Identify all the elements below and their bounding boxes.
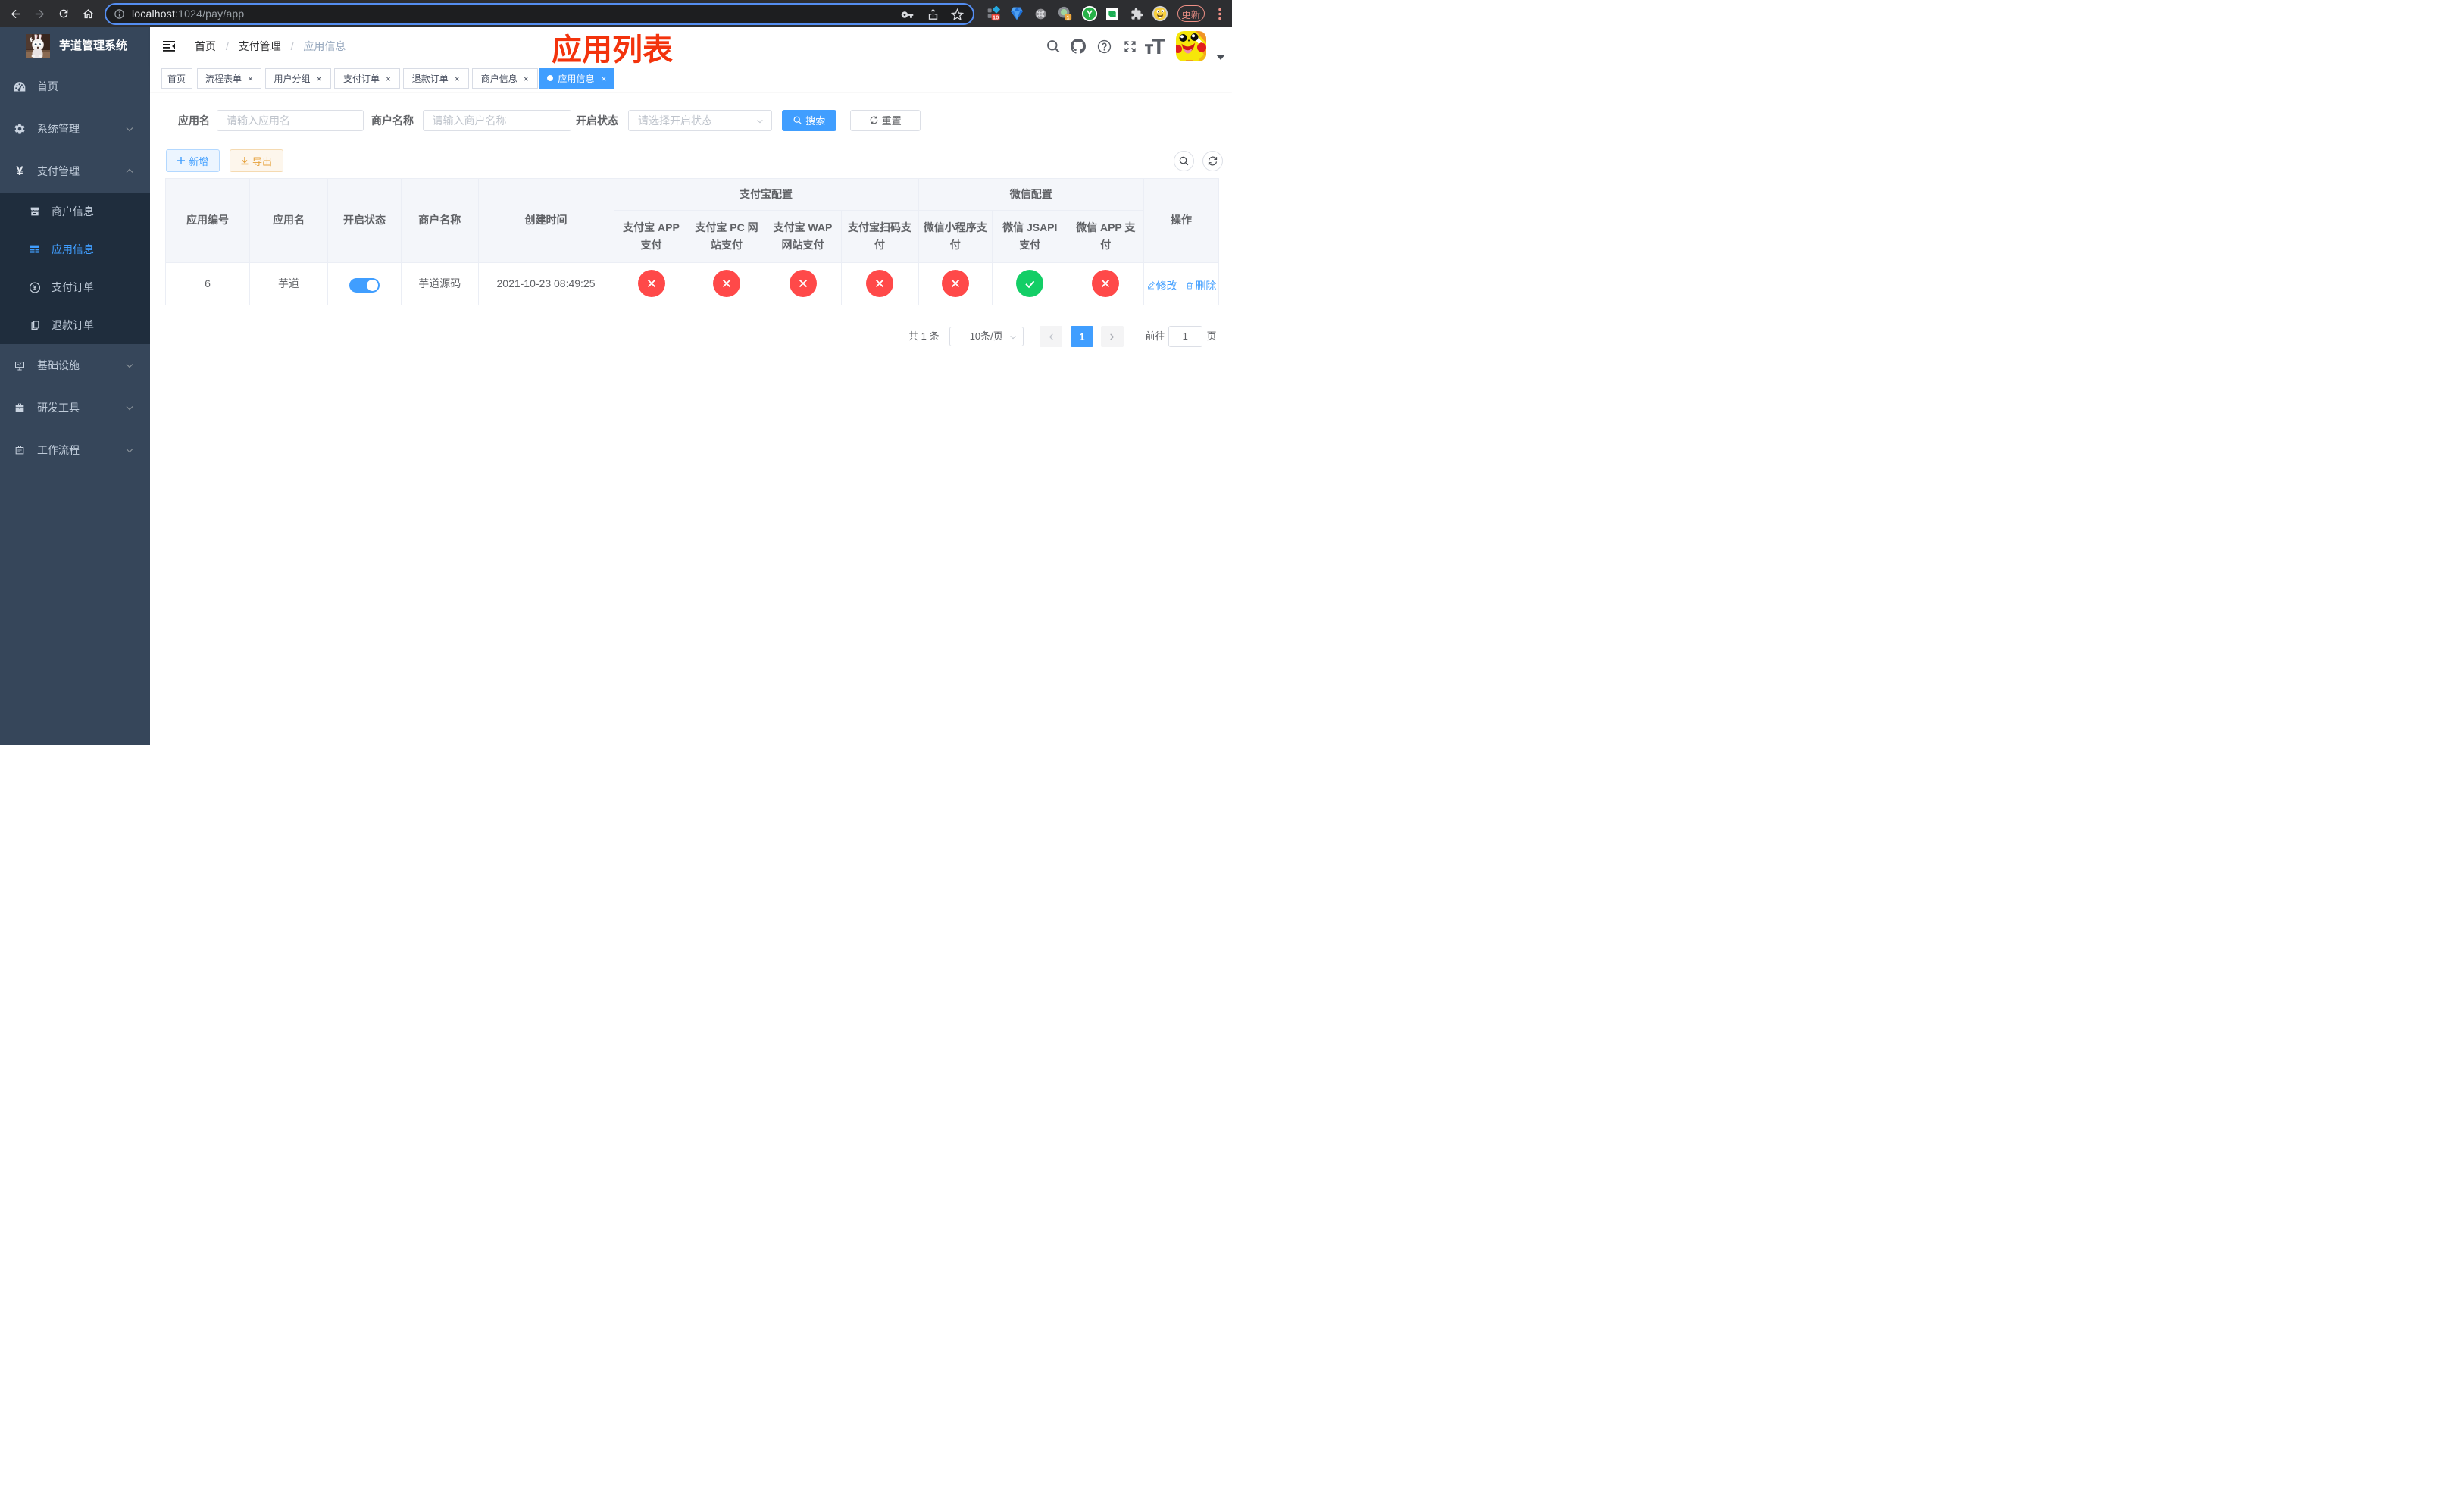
svg-text:1: 1 bbox=[1067, 14, 1070, 20]
svg-text:10: 10 bbox=[993, 14, 999, 21]
svg-text:¥: ¥ bbox=[33, 283, 37, 291]
